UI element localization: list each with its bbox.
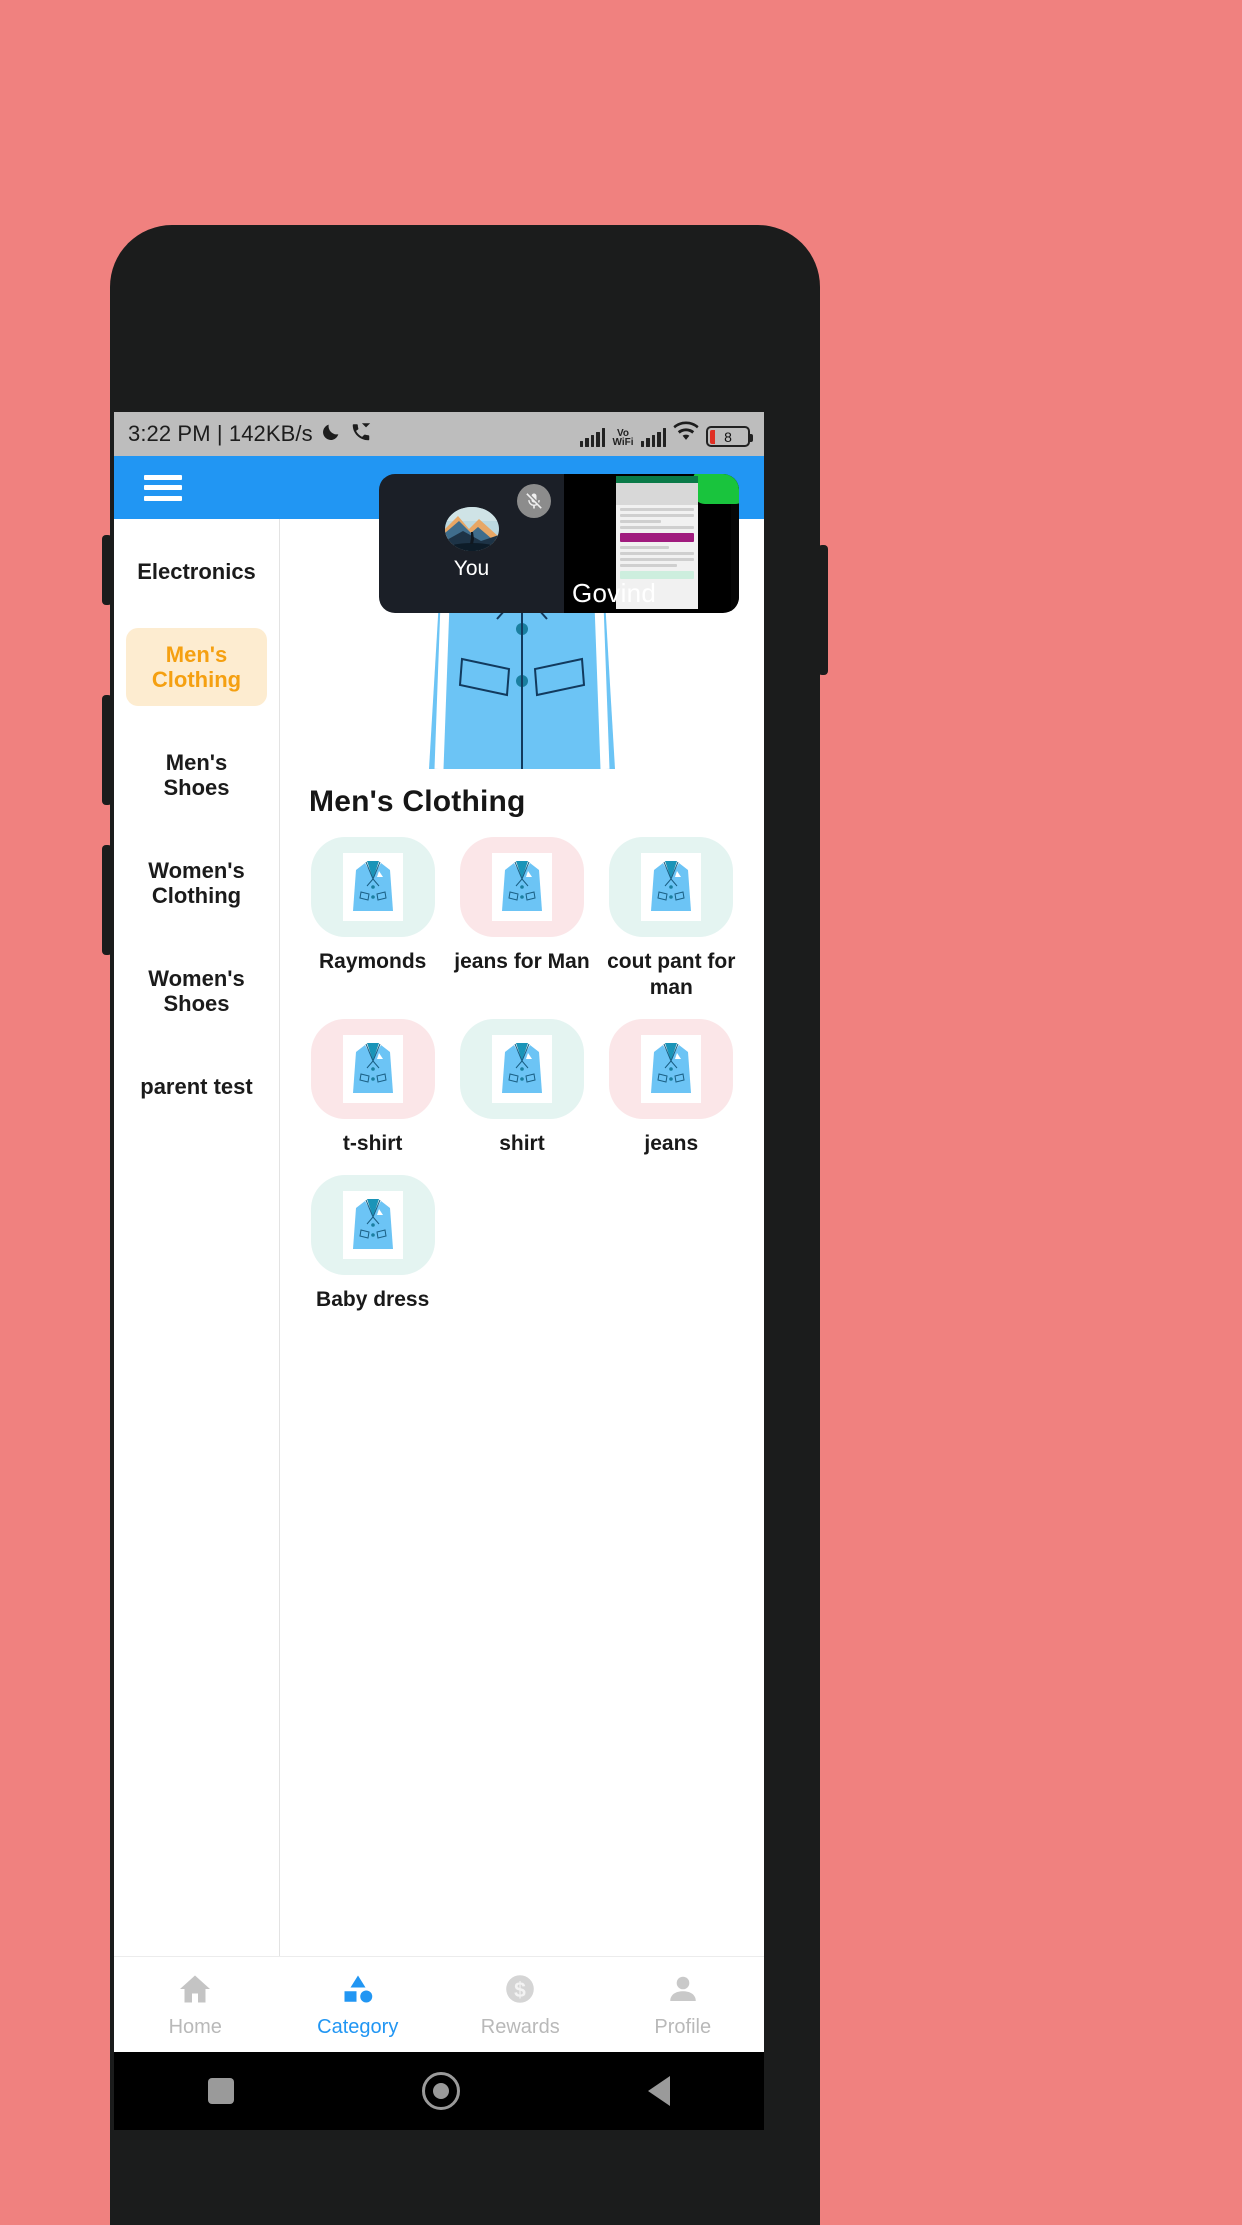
microphone-muted-icon[interactable] bbox=[517, 484, 551, 518]
blue-blazer-icon bbox=[491, 853, 552, 921]
sidebar-item-womens-shoes[interactable]: Women's Shoes bbox=[126, 952, 267, 1030]
battery-icon: 8 bbox=[706, 426, 753, 447]
blue-blazer-icon bbox=[342, 853, 403, 921]
nav-item-home[interactable]: Home bbox=[114, 1971, 277, 2039]
circle-home-icon[interactable] bbox=[422, 2072, 460, 2110]
product-thumb bbox=[310, 1019, 435, 1119]
product-thumb bbox=[609, 1019, 734, 1119]
phone-side-button-left-top[interactable] bbox=[102, 535, 112, 605]
product-label: jeans for Man bbox=[454, 950, 590, 973]
product-tile-jeans-for-man[interactable]: jeans for Man bbox=[447, 833, 596, 1015]
call-self-label: You bbox=[453, 556, 490, 580]
product-label: shirt bbox=[499, 1132, 545, 1155]
incoming-call-accent bbox=[693, 474, 739, 504]
call-remote-label: Govind bbox=[572, 578, 657, 608]
moon-icon bbox=[320, 421, 342, 448]
product-label: t-shirt bbox=[342, 1132, 403, 1155]
nav-item-rewards[interactable]: $ Rewards bbox=[439, 1971, 602, 2039]
android-navigation-bar bbox=[114, 2052, 764, 2130]
product-thumb bbox=[459, 1019, 584, 1119]
status-bar-right: Vo WiFi 8 bbox=[579, 421, 753, 448]
blue-blazer-icon bbox=[641, 1035, 702, 1103]
nav-item-category[interactable]: Category bbox=[277, 1971, 440, 2039]
product-grid: Raymonds jeans for Man cout pant for man… bbox=[280, 823, 764, 1327]
status-bar-left: 3:22 PM | 142KB/s bbox=[128, 421, 373, 448]
product-thumb bbox=[609, 837, 734, 937]
product-tile-raymonds[interactable]: Raymonds bbox=[298, 833, 447, 1015]
call-tile-self[interactable]: You bbox=[379, 474, 564, 613]
sidebar-item-mens-clothing[interactable]: Men's Clothing bbox=[126, 628, 267, 706]
wifi-icon bbox=[673, 421, 699, 447]
vo-wifi-icon: Vo WiFi bbox=[612, 428, 634, 448]
svg-text:$: $ bbox=[514, 1978, 526, 2001]
phone-volume-up-button[interactable] bbox=[102, 695, 112, 805]
hamburger-menu-icon[interactable] bbox=[144, 474, 182, 501]
product-tile-jeans[interactable]: jeans bbox=[597, 1015, 746, 1171]
content-area: Electronics Men's Clothing Men's Shoes W… bbox=[114, 519, 764, 2059]
sidebar-item-parent-test[interactable]: parent test bbox=[126, 1060, 267, 1113]
nav-label: Home bbox=[168, 2015, 222, 2038]
product-tile-t-shirt[interactable]: t-shirt bbox=[298, 1015, 447, 1171]
category-sidebar[interactable]: Electronics Men's Clothing Men's Shoes W… bbox=[114, 519, 280, 2059]
wifi-calling-icon bbox=[349, 421, 373, 448]
phone-volume-down-button[interactable] bbox=[102, 845, 112, 955]
triangle-back-icon[interactable] bbox=[648, 2076, 670, 2106]
video-call-overlay[interactable]: You Govind bbox=[379, 474, 739, 613]
nav-label: Rewards bbox=[480, 2015, 560, 2038]
dollar-coin-icon: $ bbox=[500, 1971, 540, 2012]
product-label: Baby dress bbox=[316, 1288, 430, 1311]
nav-label: Category bbox=[317, 2015, 399, 2038]
signal-bars-2-icon bbox=[640, 427, 666, 447]
nav-item-profile[interactable]: Profile bbox=[602, 1971, 765, 2039]
product-label: cout pant for man bbox=[607, 950, 736, 999]
home-icon bbox=[175, 1971, 215, 2012]
signal-bars-icon bbox=[579, 427, 606, 447]
shapes-category-icon bbox=[338, 1971, 378, 2012]
blue-blazer-icon bbox=[491, 1035, 552, 1103]
product-tile-cout-pant-for-man[interactable]: cout pant for man bbox=[597, 833, 746, 1015]
product-thumb bbox=[310, 837, 435, 937]
product-label: Raymonds bbox=[318, 950, 427, 973]
battery-level: 8 bbox=[724, 428, 732, 445]
blue-blazer-icon bbox=[342, 1191, 403, 1259]
sidebar-item-mens-shoes[interactable]: Men's Shoes bbox=[126, 736, 267, 814]
status-time-and-data: 3:22 PM | 142KB/s bbox=[128, 421, 313, 446]
page-title: Men's Clothing bbox=[309, 785, 526, 818]
person-icon bbox=[663, 1971, 703, 2012]
sidebar-item-electronics[interactable]: Electronics bbox=[126, 545, 267, 598]
product-label: jeans bbox=[644, 1132, 699, 1155]
product-tile-shirt[interactable]: shirt bbox=[447, 1015, 596, 1171]
bottom-navigation-bar: Home Category $ Rewards Profile bbox=[114, 1956, 764, 2052]
phone-screen: 3:22 PM | 142KB/s Vo WiFi 8 Electronics … bbox=[114, 412, 764, 2130]
square-recents-icon[interactable] bbox=[208, 2078, 234, 2104]
product-thumb bbox=[310, 1175, 435, 1275]
product-thumb bbox=[459, 837, 584, 937]
call-tile-remote[interactable]: Govind bbox=[564, 474, 739, 613]
blue-blazer-icon bbox=[342, 1035, 403, 1103]
product-tile-baby-dress[interactable]: Baby dress bbox=[298, 1171, 447, 1327]
category-main-panel: Men's Clothing Raymonds jeans for Man co… bbox=[280, 519, 764, 2059]
nav-label: Profile bbox=[654, 2015, 712, 2038]
sidebar-item-womens-clothing[interactable]: Women's Clothing bbox=[126, 844, 267, 922]
status-bar: 3:22 PM | 142KB/s Vo WiFi 8 bbox=[114, 412, 764, 456]
blue-blazer-icon bbox=[641, 853, 702, 921]
mountain-hiker-avatar bbox=[444, 506, 499, 551]
phone-power-button[interactable] bbox=[818, 545, 828, 675]
